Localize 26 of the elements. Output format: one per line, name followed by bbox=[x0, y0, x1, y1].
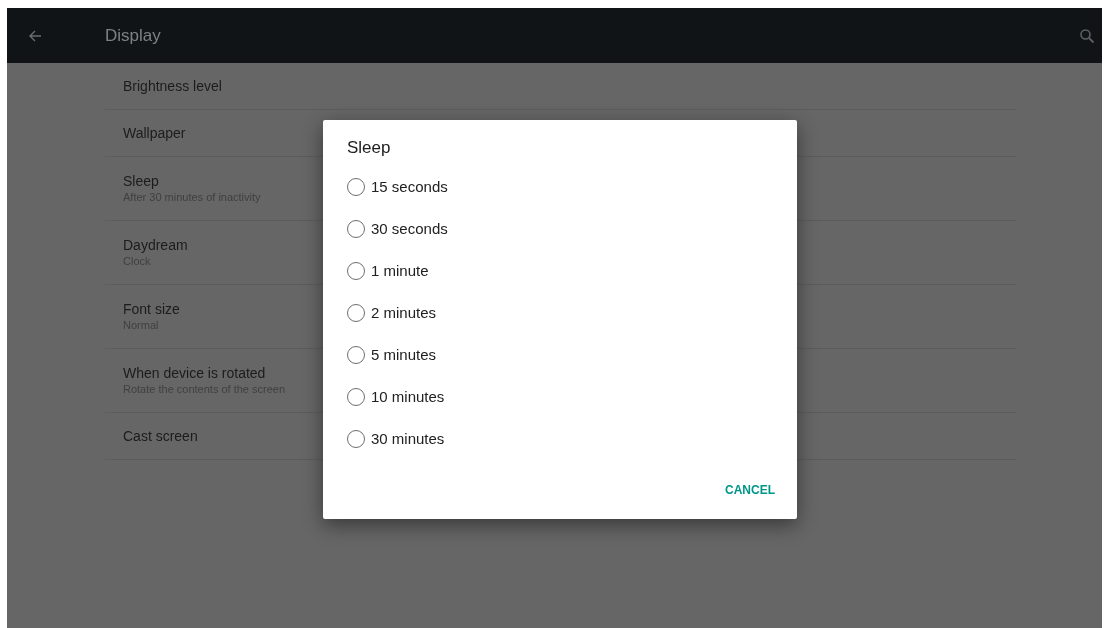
setting-title: Brightness level bbox=[123, 77, 222, 95]
radio-option[interactable]: 5 minutes bbox=[347, 334, 777, 376]
radio-option[interactable]: 15 seconds bbox=[347, 166, 777, 208]
radio-option[interactable]: 30 minutes bbox=[347, 418, 777, 460]
cancel-button[interactable]: CANCEL bbox=[723, 477, 777, 503]
radio-option[interactable]: 2 minutes bbox=[347, 292, 777, 334]
setting-title: Wallpaper bbox=[123, 124, 186, 142]
back-arrow-icon bbox=[28, 28, 42, 43]
dialog-title: Sleep bbox=[347, 138, 392, 158]
radio-option[interactable]: 30 seconds bbox=[347, 208, 777, 250]
option-label: 30 seconds bbox=[371, 218, 448, 239]
app-bar-title: Display bbox=[105, 24, 161, 47]
setting-title: Daydream bbox=[123, 236, 188, 254]
option-label: 10 minutes bbox=[371, 386, 445, 407]
radio-option[interactable]: 10 minutes bbox=[347, 376, 777, 418]
setting-title: When device is rotated bbox=[123, 364, 266, 382]
option-label: 30 minutes bbox=[371, 428, 445, 449]
option-label: 5 minutes bbox=[371, 344, 437, 365]
setting-title: Cast screen bbox=[123, 427, 198, 445]
option-label: 15 seconds bbox=[371, 176, 448, 197]
radio-option[interactable]: 1 minute bbox=[347, 250, 777, 292]
option-label: 2 minutes bbox=[371, 302, 437, 323]
setting-title: Sleep bbox=[123, 172, 159, 190]
option-label: 1 minute bbox=[371, 260, 429, 281]
setting-title: Font size bbox=[123, 300, 180, 318]
search-icon bbox=[1079, 27, 1095, 44]
